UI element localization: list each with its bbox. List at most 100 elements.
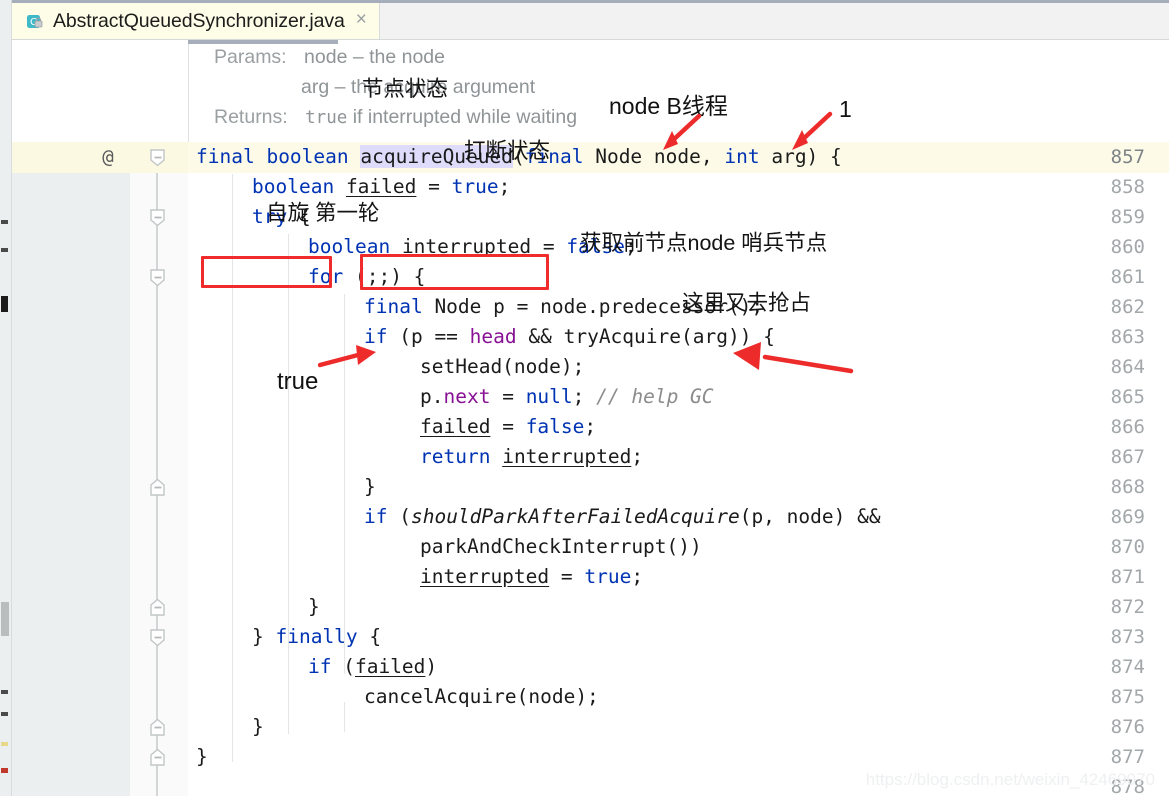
code-token: } bbox=[252, 625, 276, 648]
code-token: boolean bbox=[252, 175, 335, 198]
code-line[interactable]: if (failed) bbox=[308, 652, 437, 682]
note-spin-first-round: 自旋 第一轮 bbox=[266, 201, 380, 225]
code-token: ; bbox=[631, 565, 644, 588]
code-token: = bbox=[549, 565, 585, 588]
watermark: https://blog.csdn.net/weixin_42469070 bbox=[865, 770, 1155, 789]
code-token: finally bbox=[275, 625, 358, 648]
code-line[interactable]: if (shouldParkAfterFailedAcquire(p, node… bbox=[364, 502, 881, 532]
code-token: } bbox=[364, 475, 376, 498]
code-line[interactable]: interrupted = true; bbox=[420, 562, 643, 592]
code-line[interactable]: } bbox=[308, 592, 320, 622]
java-class-icon: C bbox=[25, 12, 44, 31]
code-token: ; bbox=[498, 175, 511, 198]
code-token: Node node, bbox=[583, 145, 725, 168]
code-editor[interactable]: Params: node – the node arg – the acquir… bbox=[12, 40, 1169, 796]
fold-start-icon[interactable] bbox=[150, 629, 165, 647]
code-line[interactable]: } bbox=[196, 742, 208, 772]
code-line[interactable]: setHead(node); bbox=[420, 352, 584, 382]
code-token: { bbox=[357, 625, 382, 648]
code-token: } bbox=[252, 715, 264, 738]
editor-tab-strip: C AbstractQueuedSynchronizer.java × bbox=[12, 0, 1169, 40]
line-number-gutter[interactable] bbox=[12, 142, 130, 796]
code-token: final bbox=[364, 295, 423, 318]
code-token: parkAndCheckInterrupt()) bbox=[420, 535, 702, 558]
code-line[interactable]: for (;;) { bbox=[308, 262, 425, 292]
annotation-true-label: true bbox=[277, 368, 319, 395]
code-token: if bbox=[364, 325, 388, 348]
code-token: ) bbox=[425, 655, 438, 678]
code-line[interactable]: p.next = null; // help GC bbox=[420, 382, 714, 412]
code-token: ( bbox=[387, 505, 411, 528]
code-token: ; bbox=[572, 385, 597, 408]
code-token: shouldParkAfterFailedAcquire bbox=[410, 505, 740, 528]
indent-guide bbox=[344, 702, 345, 732]
code-line[interactable]: } bbox=[364, 472, 376, 502]
code-folding-column[interactable] bbox=[130, 142, 188, 796]
code-token: head bbox=[469, 325, 517, 348]
code-token: interrupted bbox=[401, 235, 532, 258]
code-token: (p, node) && bbox=[739, 505, 881, 528]
javadoc-params-node: node – the node bbox=[304, 46, 445, 68]
code-line[interactable]: failed = false; bbox=[420, 412, 596, 442]
fold-start-icon[interactable] bbox=[150, 149, 165, 167]
fold-start-icon[interactable] bbox=[150, 209, 165, 227]
fold-end-icon[interactable] bbox=[150, 749, 165, 766]
code-token: p. bbox=[420, 385, 444, 408]
editor-tab-label: AbstractQueuedSynchronizer.java bbox=[53, 9, 345, 32]
fold-end-icon[interactable] bbox=[150, 719, 165, 736]
code-token: failed bbox=[345, 175, 417, 198]
code-line[interactable]: if (p == head && tryAcquire(arg)) { bbox=[364, 322, 775, 352]
annotation-arg-value: 1 bbox=[839, 96, 852, 122]
code-token: (;;) { bbox=[343, 265, 426, 288]
javadoc-params-row: Params: node – the node bbox=[214, 46, 445, 69]
close-icon[interactable]: × bbox=[354, 10, 369, 32]
code-token: interrupted bbox=[420, 565, 550, 588]
code-token: = bbox=[490, 385, 526, 408]
javadoc-returns-row: Returns: true if interrupted while waiti… bbox=[214, 106, 577, 129]
code-token: failed bbox=[420, 415, 491, 438]
javadoc-returns-text: if interrupted while waiting bbox=[352, 106, 578, 128]
note-interrupt-state: 打断状态 bbox=[464, 139, 551, 163]
fold-region-line bbox=[156, 142, 158, 796]
code-token: false bbox=[525, 415, 585, 438]
code-line[interactable]: } finally { bbox=[252, 622, 381, 652]
code-token: ( bbox=[331, 655, 355, 678]
code-token: failed bbox=[354, 655, 426, 678]
code-token: } bbox=[308, 595, 320, 618]
code-token: boolean bbox=[266, 145, 349, 168]
code-token: arg) { bbox=[759, 145, 842, 168]
javadoc-params-label: Params: bbox=[214, 46, 287, 68]
code-token: && tryAcquire(arg)) { bbox=[516, 325, 775, 348]
javadoc-popup: Params: node – the node arg – the acquir… bbox=[12, 40, 1169, 142]
code-token: next bbox=[443, 385, 491, 408]
code-token: for bbox=[308, 265, 344, 288]
code-token: int bbox=[724, 145, 760, 168]
code-line[interactable]: } bbox=[252, 712, 264, 742]
code-token: } bbox=[196, 745, 208, 768]
code-token: ; bbox=[631, 445, 644, 468]
fold-end-icon[interactable] bbox=[150, 479, 165, 496]
code-line[interactable]: cancelAcquire(node); bbox=[364, 682, 599, 712]
code-token: final bbox=[196, 145, 255, 168]
fold-end-icon[interactable] bbox=[150, 599, 165, 616]
fold-start-icon[interactable] bbox=[150, 269, 165, 287]
indent-guide bbox=[288, 234, 289, 734]
code-line[interactable]: return interrupted; bbox=[420, 442, 643, 472]
code-token: null bbox=[525, 385, 573, 408]
editor-window: C AbstractQueuedSynchronizer.java × Para… bbox=[0, 0, 1169, 796]
code-token: true bbox=[584, 565, 632, 588]
code-token: true bbox=[451, 175, 499, 198]
code-token: if bbox=[364, 505, 388, 528]
annotation-marker-icon: @ bbox=[102, 146, 114, 168]
javadoc-returns-label: Returns: bbox=[214, 106, 288, 128]
editor-tab-abstractqueuedsynchronizer[interactable]: C AbstractQueuedSynchronizer.java × bbox=[12, 3, 380, 39]
code-token: (p == bbox=[387, 325, 470, 348]
note-node-state: 节点状态 bbox=[362, 77, 449, 101]
code-token: boolean bbox=[308, 235, 391, 258]
code-line[interactable]: parkAndCheckInterrupt()) bbox=[420, 532, 702, 562]
note-preempt-again: 这里又去抢占 bbox=[682, 291, 812, 315]
indent-guide bbox=[232, 174, 233, 762]
note-get-predecessor: 获取前节点node 哨兵节点 bbox=[580, 231, 828, 255]
